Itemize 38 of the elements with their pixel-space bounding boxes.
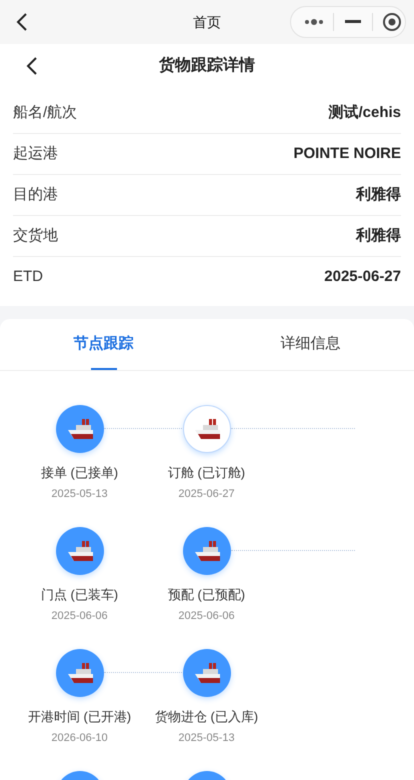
- ship-icon: [194, 662, 220, 684]
- node-date: 2025-06-06: [178, 608, 235, 624]
- info-label: ETD: [13, 267, 43, 288]
- info-value: POINTE NOIRE: [293, 144, 401, 164]
- node-label: 订舱 (已订舱): [168, 464, 246, 482]
- node-date: 2025-06-06: [51, 608, 108, 624]
- minimize-icon[interactable]: [345, 20, 361, 24]
- node-date: 2025-06-27: [178, 486, 235, 502]
- target-icon[interactable]: [382, 12, 402, 32]
- page-title: 货物跟踪详情: [159, 55, 255, 76]
- tab[interactable]: 详细信息: [207, 319, 414, 370]
- node-label: 开港时间 (已开港): [28, 708, 132, 726]
- node-label: 门点 (已装车): [40, 586, 118, 604]
- info-value: 2025-06-27: [324, 267, 401, 288]
- info-value: 测试/cehis: [328, 102, 401, 123]
- info-value: 利雅得: [356, 226, 401, 246]
- info-label: 船名/航次: [13, 102, 78, 123]
- node-date: 2025-05-13: [51, 486, 108, 502]
- node-date: 2025-05-13: [178, 730, 235, 746]
- node-date: 2026-06-10: [51, 730, 108, 746]
- node-label: 接单 (已接单): [40, 464, 118, 482]
- node-label: 预配 (已预配): [168, 586, 246, 604]
- info-label: 目的港: [13, 184, 58, 205]
- back-icon[interactable]: [16, 12, 28, 32]
- ship-icon: [66, 540, 92, 562]
- ship-icon: [194, 540, 220, 562]
- info-value: 利雅得: [356, 184, 401, 205]
- more-icon[interactable]: [304, 18, 324, 26]
- ship-icon: [66, 418, 92, 440]
- ship-icon: [194, 418, 220, 440]
- tab-indicator: [90, 368, 116, 370]
- top-bar-title: 首页: [193, 12, 221, 32]
- tab[interactable]: 节点跟踪: [0, 319, 207, 370]
- info-label: 起运港: [13, 144, 58, 164]
- info-label: 交货地: [13, 226, 58, 246]
- node-label: 货物进仓 (已入库): [154, 708, 258, 726]
- back-icon[interactable]: [26, 56, 38, 76]
- ship-icon: [66, 662, 92, 684]
